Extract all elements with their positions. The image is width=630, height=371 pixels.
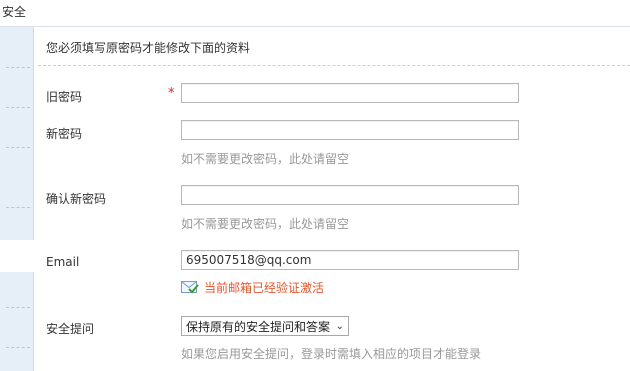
chevron-down-icon: ⌄	[335, 320, 344, 332]
top-bar: 安全	[0, 0, 630, 27]
new-password-input[interactable]	[181, 120, 519, 140]
required-mark: *	[168, 86, 175, 101]
sidebar-divider	[6, 107, 30, 108]
security-question-value: 保持原有的安全提问和答案	[186, 319, 331, 334]
email-field[interactable]	[181, 250, 519, 270]
email-verified-text: 当前邮箱已经验证激活	[204, 280, 325, 295]
sidebar	[0, 27, 34, 371]
confirm-password-label: 确认新密码	[46, 192, 107, 206]
security-question-label: 安全提问	[46, 322, 95, 336]
old-password-label: 旧密码	[46, 90, 83, 104]
old-password-input[interactable]	[181, 83, 519, 103]
security-question-select[interactable]: 保持原有的安全提问和答案 ⌄	[181, 316, 349, 336]
email-verified-status: 当前邮箱已经验证激活	[181, 279, 324, 295]
profile-form: 您必须填写原密码才能修改下面的资料 旧密码 * 新密码 如不需要更改密码，此处请…	[34, 27, 630, 371]
intro-divider	[38, 65, 630, 66]
mail-check-icon	[181, 280, 199, 294]
page-title: 安全	[2, 5, 27, 19]
sidebar-item-active[interactable]	[0, 240, 34, 272]
new-password-hint: 如不需要更改密码，此处请留空	[181, 152, 350, 166]
sidebar-divider	[6, 67, 30, 68]
confirm-password-input[interactable]	[181, 185, 519, 205]
form-intro: 您必须填写原密码才能修改下面的资料	[46, 41, 251, 55]
sidebar-divider	[6, 307, 30, 308]
email-label: Email	[46, 255, 80, 269]
confirm-password-hint: 如不需要更改密码，此处请留空	[181, 217, 350, 231]
security-question-hint: 如果您启用安全提问，登录时需填入相应的项目才能登录	[181, 347, 482, 361]
new-password-label: 新密码	[46, 127, 83, 141]
sidebar-divider	[6, 347, 30, 348]
sidebar-divider	[6, 207, 30, 208]
sidebar-divider	[6, 147, 30, 148]
